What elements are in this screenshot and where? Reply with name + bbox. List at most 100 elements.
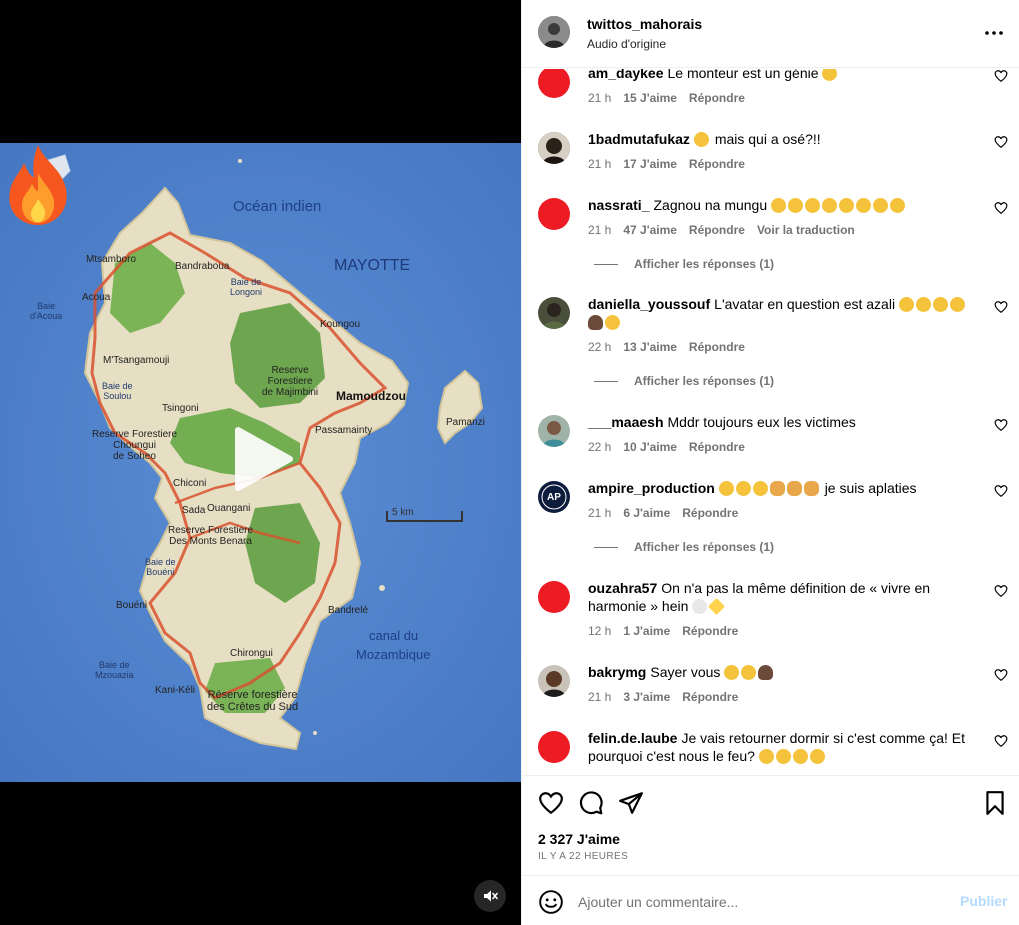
- commenter-username[interactable]: felin.de.laube: [588, 730, 677, 746]
- bookmark-icon[interactable]: [982, 790, 1008, 816]
- post-timestamp: IL Y A 22 HEURES: [538, 851, 629, 862]
- commenter-username[interactable]: ___maaesh: [588, 414, 664, 430]
- laughing-emoji: [741, 665, 757, 680]
- commenter-avatar[interactable]: [538, 132, 570, 164]
- reply-button[interactable]: Répondre: [689, 91, 745, 105]
- commenter-avatar[interactable]: [538, 665, 570, 697]
- like-comment-heart-icon[interactable]: [994, 668, 1008, 682]
- comment-bubble-icon[interactable]: [578, 790, 604, 816]
- laughing-emoji: [890, 198, 906, 213]
- commenter-avatar[interactable]: [538, 415, 570, 447]
- replies-divider: [594, 264, 618, 266]
- comment-body: felin.de.laube Je vais retourner dormir s…: [588, 729, 968, 765]
- commenter-avatar[interactable]: [538, 581, 570, 613]
- view-replies-button[interactable]: Afficher les réponses (1): [594, 257, 774, 271]
- comment-likes[interactable]: 47 J'aime: [623, 223, 677, 237]
- sad-emoji: [775, 749, 791, 764]
- reply-button[interactable]: Répondre: [689, 440, 745, 454]
- like-comment-heart-icon[interactable]: [994, 201, 1008, 215]
- comment-likes[interactable]: 15 J'aime: [623, 91, 677, 105]
- comment-meta: 21 h 17 J'aime Répondre: [588, 157, 757, 171]
- map-label-kani-keli: Kani-Kéli: [155, 685, 196, 696]
- publish-button[interactable]: Publier: [960, 893, 1007, 909]
- play-icon[interactable]: [228, 424, 298, 494]
- mute-toggle-button[interactable]: [474, 880, 506, 912]
- like-comment-heart-icon[interactable]: [994, 69, 1008, 83]
- laughing-emoji: [822, 69, 838, 81]
- comment-likes[interactable]: 17 J'aime: [623, 157, 677, 171]
- crying-emoji: [605, 315, 620, 330]
- see-translation-button[interactable]: Voir la traduction: [757, 223, 855, 237]
- commenter-username[interactable]: daniella_youssouf: [588, 296, 710, 312]
- post-likes-count[interactable]: 2 327 J'aime: [538, 831, 620, 847]
- sad-emoji: [792, 749, 808, 764]
- comment-likes[interactable]: 6 J'aime: [623, 506, 670, 520]
- crying-emoji: [788, 198, 804, 213]
- view-replies-button[interactable]: Afficher les réponses (1): [594, 540, 774, 554]
- instagram-post-view: Océan indien MAYOTTE Mtsamboro Bandrabou…: [0, 0, 1019, 925]
- like-heart-icon[interactable]: [538, 790, 564, 816]
- map-label-reserve-benara: Reserve Forestiere Des Monts Benara: [168, 525, 254, 547]
- more-options-icon[interactable]: [980, 22, 1008, 44]
- commenter-username[interactable]: 1badmutafukaz: [588, 131, 690, 147]
- comment-body: am_daykee Le monteur est un génie: [588, 69, 968, 82]
- clapping-emoji: [786, 481, 802, 496]
- original-audio-link[interactable]: Audio d'origine: [587, 37, 666, 51]
- commenter-username[interactable]: am_daykee: [588, 69, 664, 81]
- comments-list[interactable]: am_daykee Le monteur est un génie 21 h 15 …: [522, 69, 1019, 774]
- commenter-avatar[interactable]: [538, 731, 570, 763]
- commenter-username[interactable]: nassrati_: [588, 197, 649, 213]
- comment-likes[interactable]: 10 J'aime: [623, 440, 677, 454]
- comment-body: ___maaesh Mddr toujours eux les victimes: [588, 413, 968, 431]
- comment-time: 21 h: [588, 91, 612, 105]
- commenter-avatar[interactable]: AP: [538, 481, 570, 513]
- comment-input[interactable]: [578, 890, 938, 914]
- commenter-avatar[interactable]: [538, 297, 570, 329]
- comment-time: 22 h: [588, 340, 612, 354]
- video-player[interactable]: Océan indien MAYOTTE Mtsamboro Bandrabou…: [0, 0, 521, 925]
- map-label-chirongui: Chirongui: [230, 648, 273, 659]
- author-avatar[interactable]: [538, 16, 570, 48]
- like-comment-heart-icon[interactable]: [994, 300, 1008, 314]
- laughing-emoji: [932, 297, 948, 312]
- laughing-emoji: [758, 749, 774, 764]
- commenter-username[interactable]: ampire_production: [588, 480, 715, 496]
- like-comment-heart-icon[interactable]: [994, 584, 1008, 598]
- crying-emoji: [839, 198, 855, 213]
- view-replies-label: Afficher les réponses (1): [634, 540, 775, 554]
- map-label-reserve-cretes: Réserve forestière des Crêtes du Sud: [207, 689, 299, 713]
- map-label-baie-longoni: Baie de Longoni: [230, 277, 263, 297]
- comment-likes[interactable]: 3 J'aime: [623, 690, 670, 704]
- commenter-avatar[interactable]: [538, 69, 570, 98]
- comment-body: ouzahra57 On n'a pas la même définition d…: [588, 579, 968, 615]
- reply-button[interactable]: Répondre: [689, 157, 745, 171]
- like-comment-heart-icon[interactable]: [994, 734, 1008, 748]
- laughing-emoji: [898, 297, 914, 312]
- post-side-panel: twittos_mahorais Audio d'origine am_dayk…: [521, 0, 1019, 925]
- comment-body: bakrymg Sayer vous: [588, 663, 968, 681]
- emoji-picker-icon[interactable]: [538, 889, 564, 915]
- like-comment-heart-icon[interactable]: [994, 135, 1008, 149]
- commenter-avatar[interactable]: [538, 198, 570, 230]
- commenter-avatar-image: [538, 297, 570, 329]
- view-replies-button[interactable]: Afficher les réponses (1): [594, 374, 774, 388]
- reply-button[interactable]: Répondre: [689, 223, 745, 237]
- map-label-pamanzi: Pamanzi: [446, 417, 485, 428]
- comment-time: 21 h: [588, 506, 612, 520]
- reply-button[interactable]: Répondre: [682, 690, 738, 704]
- map-label-koungou: Koungou: [320, 319, 361, 330]
- map-label-sada: Sada: [182, 505, 206, 516]
- share-send-icon[interactable]: [618, 790, 644, 816]
- commenter-username[interactable]: ouzahra57: [588, 580, 657, 596]
- comment-likes[interactable]: 1 J'aime: [623, 624, 670, 638]
- reply-button[interactable]: Répondre: [689, 340, 745, 354]
- commenter-username[interactable]: bakrymg: [588, 664, 646, 680]
- reply-button[interactable]: Répondre: [682, 506, 738, 520]
- like-comment-heart-icon[interactable]: [994, 418, 1008, 432]
- comment-likes[interactable]: 13 J'aime: [623, 340, 677, 354]
- reply-button[interactable]: Répondre: [682, 624, 738, 638]
- map-label-boueni: Bouéni: [116, 600, 148, 611]
- like-comment-heart-icon[interactable]: [994, 484, 1008, 498]
- author-username[interactable]: twittos_mahorais: [587, 16, 702, 32]
- map-label-chiconi: Chiconi: [173, 478, 207, 489]
